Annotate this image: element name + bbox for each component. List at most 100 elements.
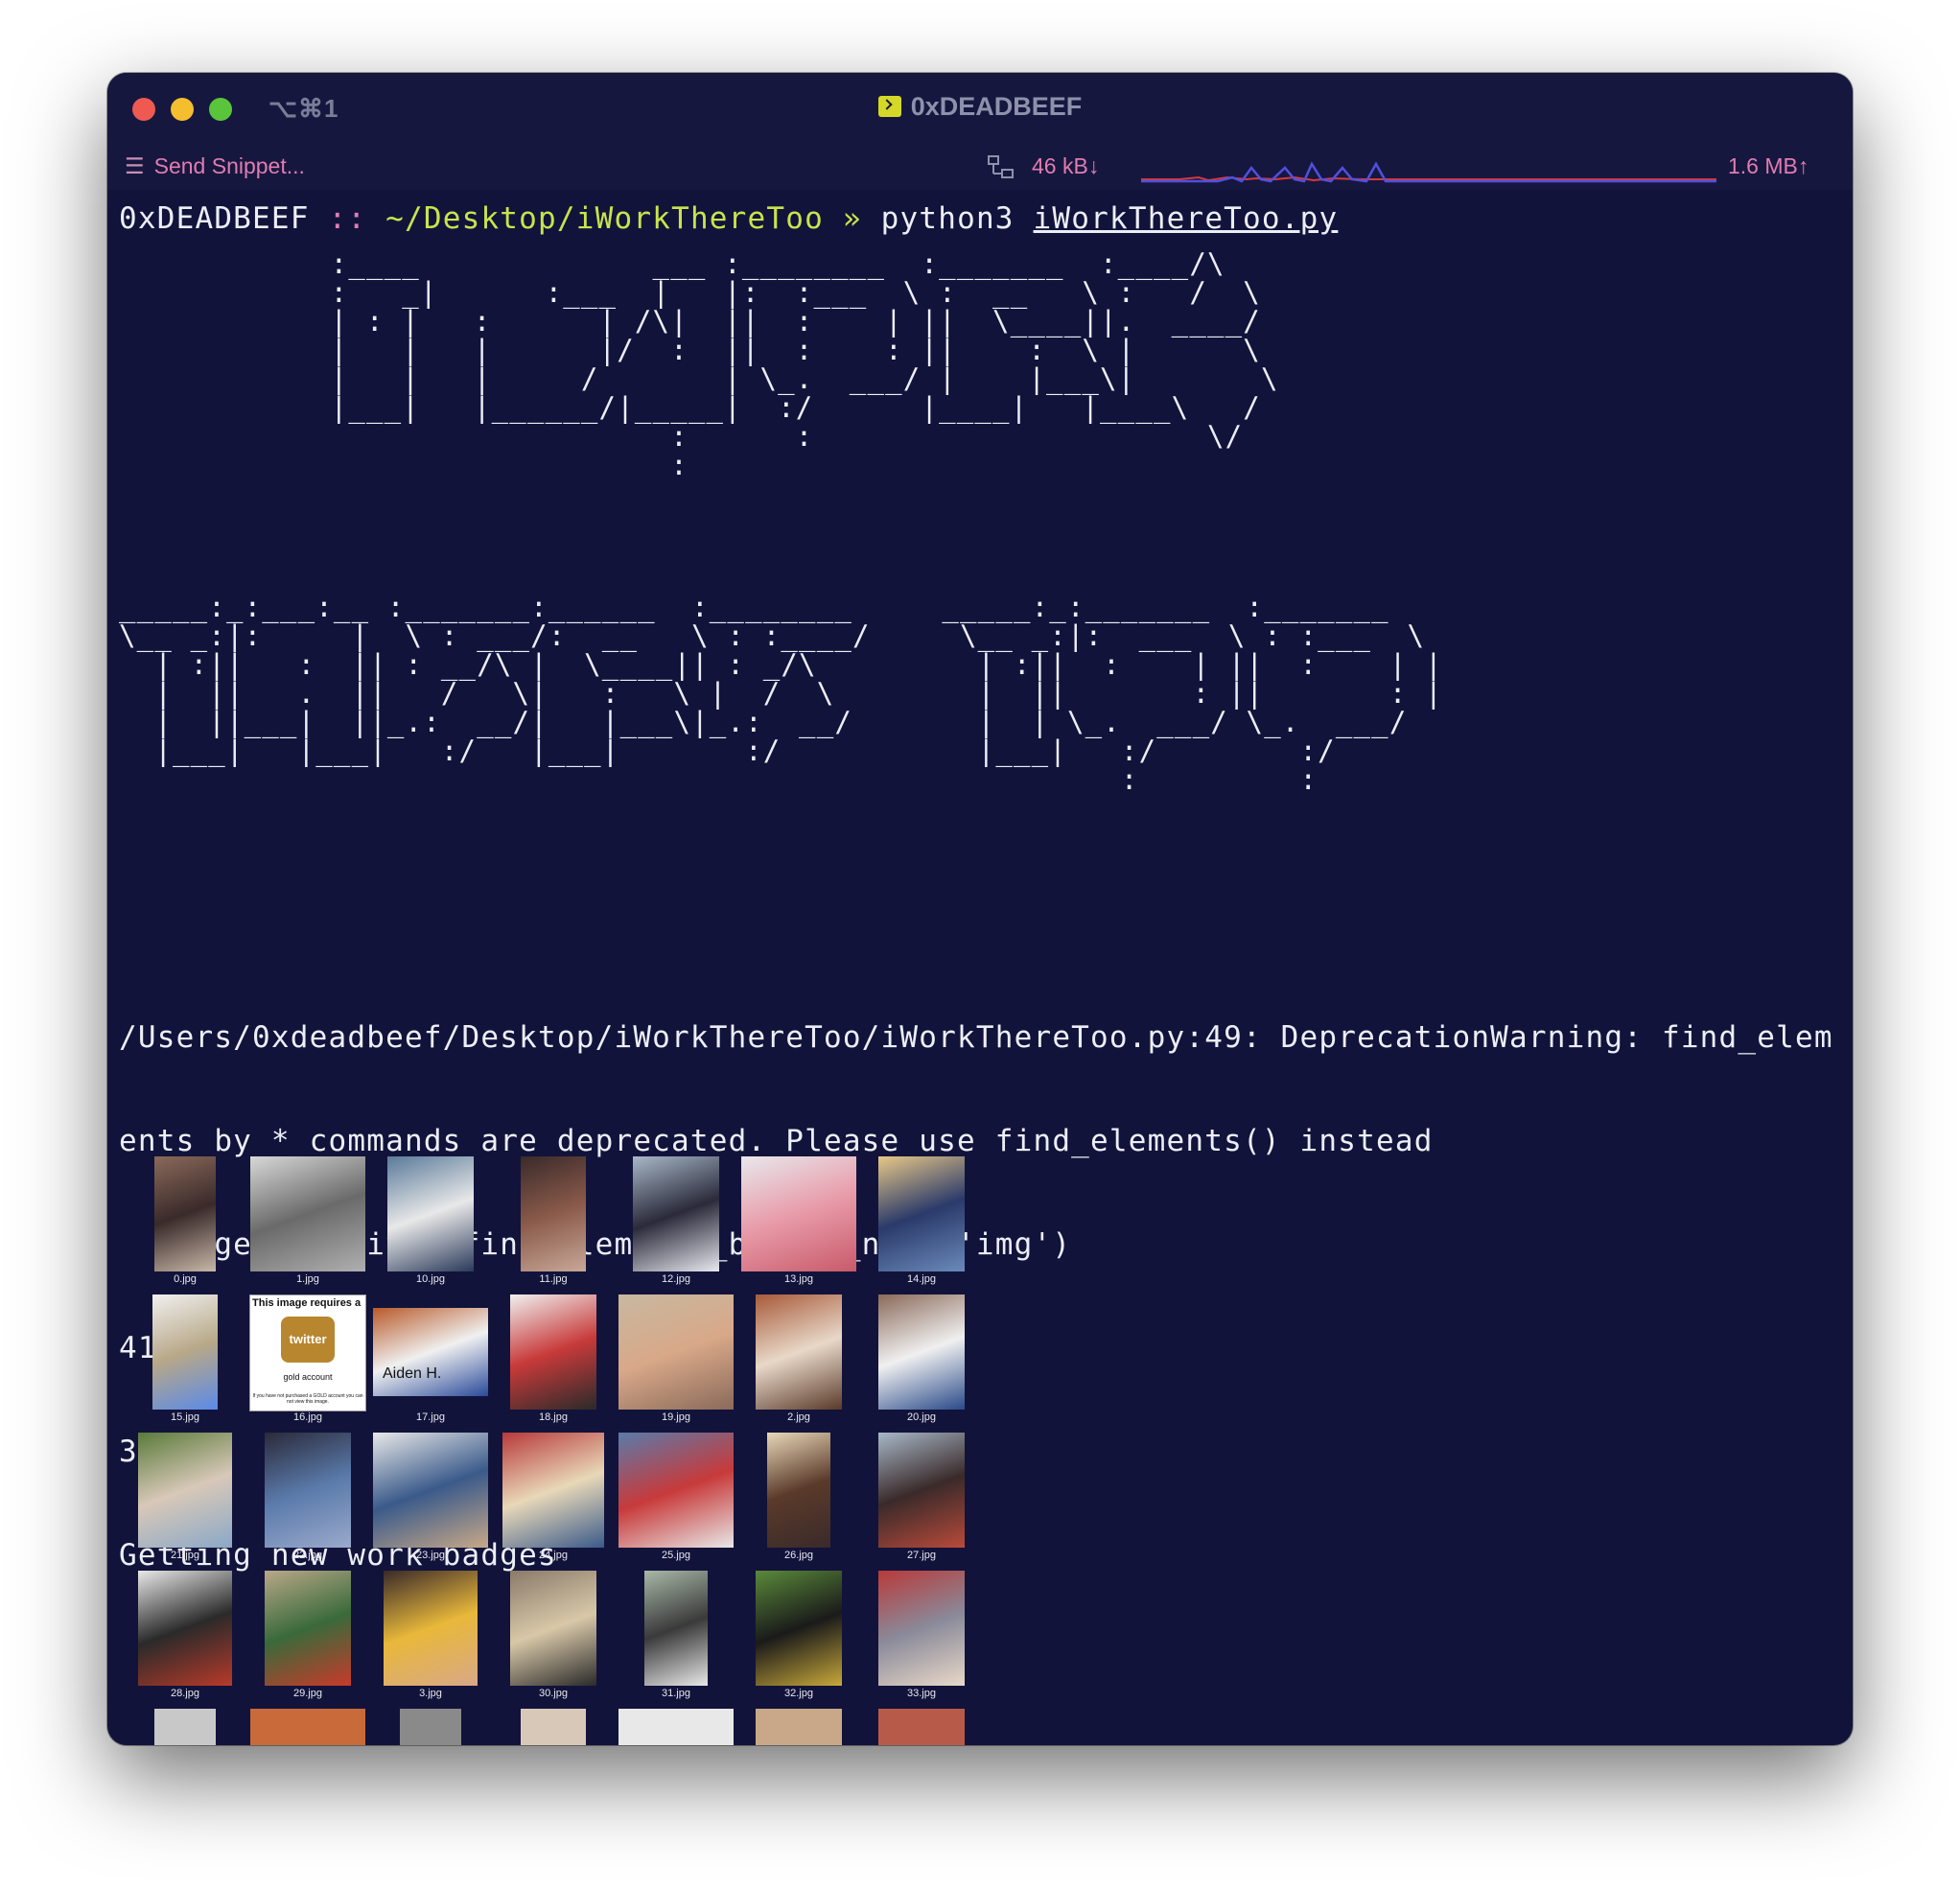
- gallery-item[interactable]: 33.jpg: [860, 1571, 983, 1699]
- prompt-script-file[interactable]: iWorkThereToo.py: [1034, 201, 1339, 236]
- status-toolbar: ☰ Send Snippet... 46 kB↓ 1.6 MB↑: [107, 146, 1853, 190]
- badge-image-gallery: 0.jpg 1.jpg 10.jpg 11.jpg 12.jpg 13.jpg 14.jpg…: [124, 1156, 987, 1745]
- gallery-item[interactable]: 28.jpg: [124, 1571, 246, 1699]
- prompt-path: ~/Desktop/iWorkThereToo: [385, 201, 824, 236]
- gallery-item-filename: 26.jpg: [784, 1550, 813, 1561]
- gallery-item-filename: 27.jpg: [907, 1550, 936, 1561]
- send-snippet-label: Send Snippet...: [153, 153, 305, 178]
- gallery-item[interactable]: 21.jpg: [124, 1433, 246, 1561]
- gallery-item[interactable]: 12.jpg: [615, 1156, 737, 1285]
- terminal-icon: [877, 96, 901, 117]
- badge-thumbnail-partial: [154, 1709, 216, 1745]
- badge-thumbnail-partial: [250, 1709, 365, 1745]
- gallery-item[interactable]: 30.jpg: [492, 1571, 615, 1699]
- badge-thumbnail: [138, 1571, 232, 1686]
- badge-thumbnail: [756, 1571, 842, 1686]
- gallery-item[interactable]: 1.jpg: [246, 1156, 369, 1285]
- badge-thumbnail: [384, 1571, 478, 1686]
- gallery-item[interactable]: 32.jpg: [737, 1571, 860, 1699]
- prompt-command: python3: [880, 201, 1015, 236]
- output-line: /Users/0xdeadbeef/Desktop/iWorkThereToo/…: [119, 1020, 1833, 1055]
- gallery-item[interactable]: 19.jpg: [615, 1294, 737, 1423]
- prompt-separator: ::: [328, 201, 367, 236]
- gallery-item[interactable]: 13.jpg: [737, 1156, 860, 1285]
- window-title-text: 0xDEADBEEF: [910, 92, 1083, 121]
- badge-thumbnail: [510, 1294, 596, 1410]
- gallery-item-filename: 19.jpg: [662, 1411, 690, 1423]
- window-title: 0xDEADBEEF: [107, 92, 1853, 122]
- gallery-item-filename: 21.jpg: [171, 1550, 199, 1561]
- gallery-item-filename: 2.jpg: [787, 1411, 810, 1423]
- gallery-item-filename: 12.jpg: [662, 1273, 690, 1285]
- twitter-card-header: This image requires a: [252, 1297, 362, 1309]
- gallery-item-filename: 16.jpg: [293, 1411, 322, 1423]
- gallery-item[interactable]: 23.jpg: [369, 1433, 492, 1561]
- gallery-item-filename: 0.jpg: [174, 1273, 197, 1285]
- gallery-item[interactable]: Aiden H. 17.jpg: [369, 1294, 492, 1423]
- badge-thumbnail: [152, 1294, 218, 1410]
- badge-thumbnail: [618, 1433, 734, 1548]
- badge-name-text: Aiden H.: [383, 1365, 442, 1382]
- gallery-item-filename: 17.jpg: [416, 1411, 445, 1423]
- gallery-item[interactable]: 0.jpg: [124, 1156, 246, 1285]
- twitter-logo-icon: twitter: [281, 1317, 335, 1363]
- ascii-banner-there-too: _____:_:___:__ :_______:______ :________…: [119, 591, 1443, 796]
- badge-thumbnail: [265, 1433, 351, 1548]
- gallery-item[interactable]: 3.jpg: [369, 1571, 492, 1699]
- badge-thumbnail: [138, 1433, 232, 1548]
- gallery-item-filename: 11.jpg: [539, 1273, 568, 1285]
- command-prompt: 0xDEADBEEF :: ~/Desktop/iWorkThereToo » …: [119, 201, 1338, 236]
- gallery-item[interactable]: 24.jpg: [492, 1433, 615, 1561]
- badge-thumbnail: This image requires a twitter gold account…: [249, 1294, 366, 1411]
- gallery-item[interactable]: 31.jpg: [615, 1571, 737, 1699]
- menu-icon: ☰: [125, 153, 145, 178]
- twitter-card-note: If you have not purchased a GOLD account…: [252, 1393, 363, 1405]
- gallery-item[interactable]: 18.jpg: [492, 1294, 615, 1423]
- gallery-item[interactable]: 2.jpg: [737, 1294, 860, 1423]
- network-icon: [988, 155, 1014, 178]
- gallery-item-filename: 1.jpg: [296, 1273, 319, 1285]
- badge-thumbnail: [154, 1156, 216, 1271]
- terminal-window: ⌥⌘1 0xDEADBEEF ☰ Send Snippet... 46 kB↓ 1…: [107, 73, 1853, 1745]
- twitter-card-subtitle: gold account: [283, 1372, 333, 1382]
- gallery-item[interactable]: 26.jpg: [737, 1433, 860, 1561]
- gallery-item-filename: 32.jpg: [784, 1688, 813, 1699]
- badge-thumbnail-partial: [400, 1709, 461, 1745]
- gallery-item[interactable]: 29.jpg: [246, 1571, 369, 1699]
- badge-thumbnail: [644, 1571, 708, 1686]
- badge-thumbnail: [373, 1433, 488, 1548]
- badge-thumbnail: Aiden H.: [373, 1308, 488, 1396]
- gallery-item-filename: 24.jpg: [539, 1550, 568, 1561]
- gallery-item[interactable]: 11.jpg: [492, 1156, 615, 1285]
- network-upload-rate: 1.6 MB↑: [1728, 153, 1809, 178]
- send-snippet-button[interactable]: ☰ Send Snippet...: [125, 153, 305, 179]
- gallery-item[interactable]: 27.jpg: [860, 1433, 983, 1561]
- badge-thumbnail: [265, 1571, 351, 1686]
- gallery-item-filename: 15.jpg: [171, 1411, 199, 1423]
- gallery-item-filename: 22.jpg: [293, 1550, 322, 1561]
- badge-thumbnail: [741, 1156, 856, 1271]
- ascii-banner-i-work: :____ ___ :________ :_______ :____/\ : _…: [330, 247, 1279, 481]
- gallery-item[interactable]: 25.jpg: [615, 1433, 737, 1561]
- gallery-item[interactable]: 10.jpg: [369, 1156, 492, 1285]
- badge-thumbnail: [756, 1294, 842, 1410]
- gallery-item[interactable]: 15.jpg: [124, 1294, 246, 1423]
- prompt-host: 0xDEADBEEF: [119, 201, 310, 236]
- badge-thumbnail: [767, 1433, 830, 1548]
- gallery-item-filename: 25.jpg: [662, 1550, 690, 1561]
- badge-thumbnail: [502, 1433, 604, 1548]
- gallery-item[interactable]: 20.jpg: [860, 1294, 983, 1423]
- gallery-item-filename: 20.jpg: [907, 1411, 936, 1423]
- title-bar: ⌥⌘1 0xDEADBEEF: [107, 73, 1853, 146]
- gallery-item-filename: 10.jpg: [416, 1273, 445, 1285]
- badge-thumbnail: [510, 1571, 596, 1686]
- gallery-item-filename: 18.jpg: [539, 1411, 568, 1423]
- badge-thumbnail: [633, 1156, 719, 1271]
- output-line: ents_by_* commands are deprecated. Pleas…: [119, 1124, 1434, 1158]
- gallery-item[interactable]: 22.jpg: [246, 1433, 369, 1561]
- gallery-item-filename: 14.jpg: [907, 1273, 936, 1285]
- gallery-item[interactable]: This image requires a twitter gold account…: [246, 1294, 369, 1423]
- badge-thumbnail: [878, 1294, 965, 1410]
- gallery-item[interactable]: 14.jpg: [860, 1156, 983, 1285]
- network-activity-graph: [1141, 161, 1716, 183]
